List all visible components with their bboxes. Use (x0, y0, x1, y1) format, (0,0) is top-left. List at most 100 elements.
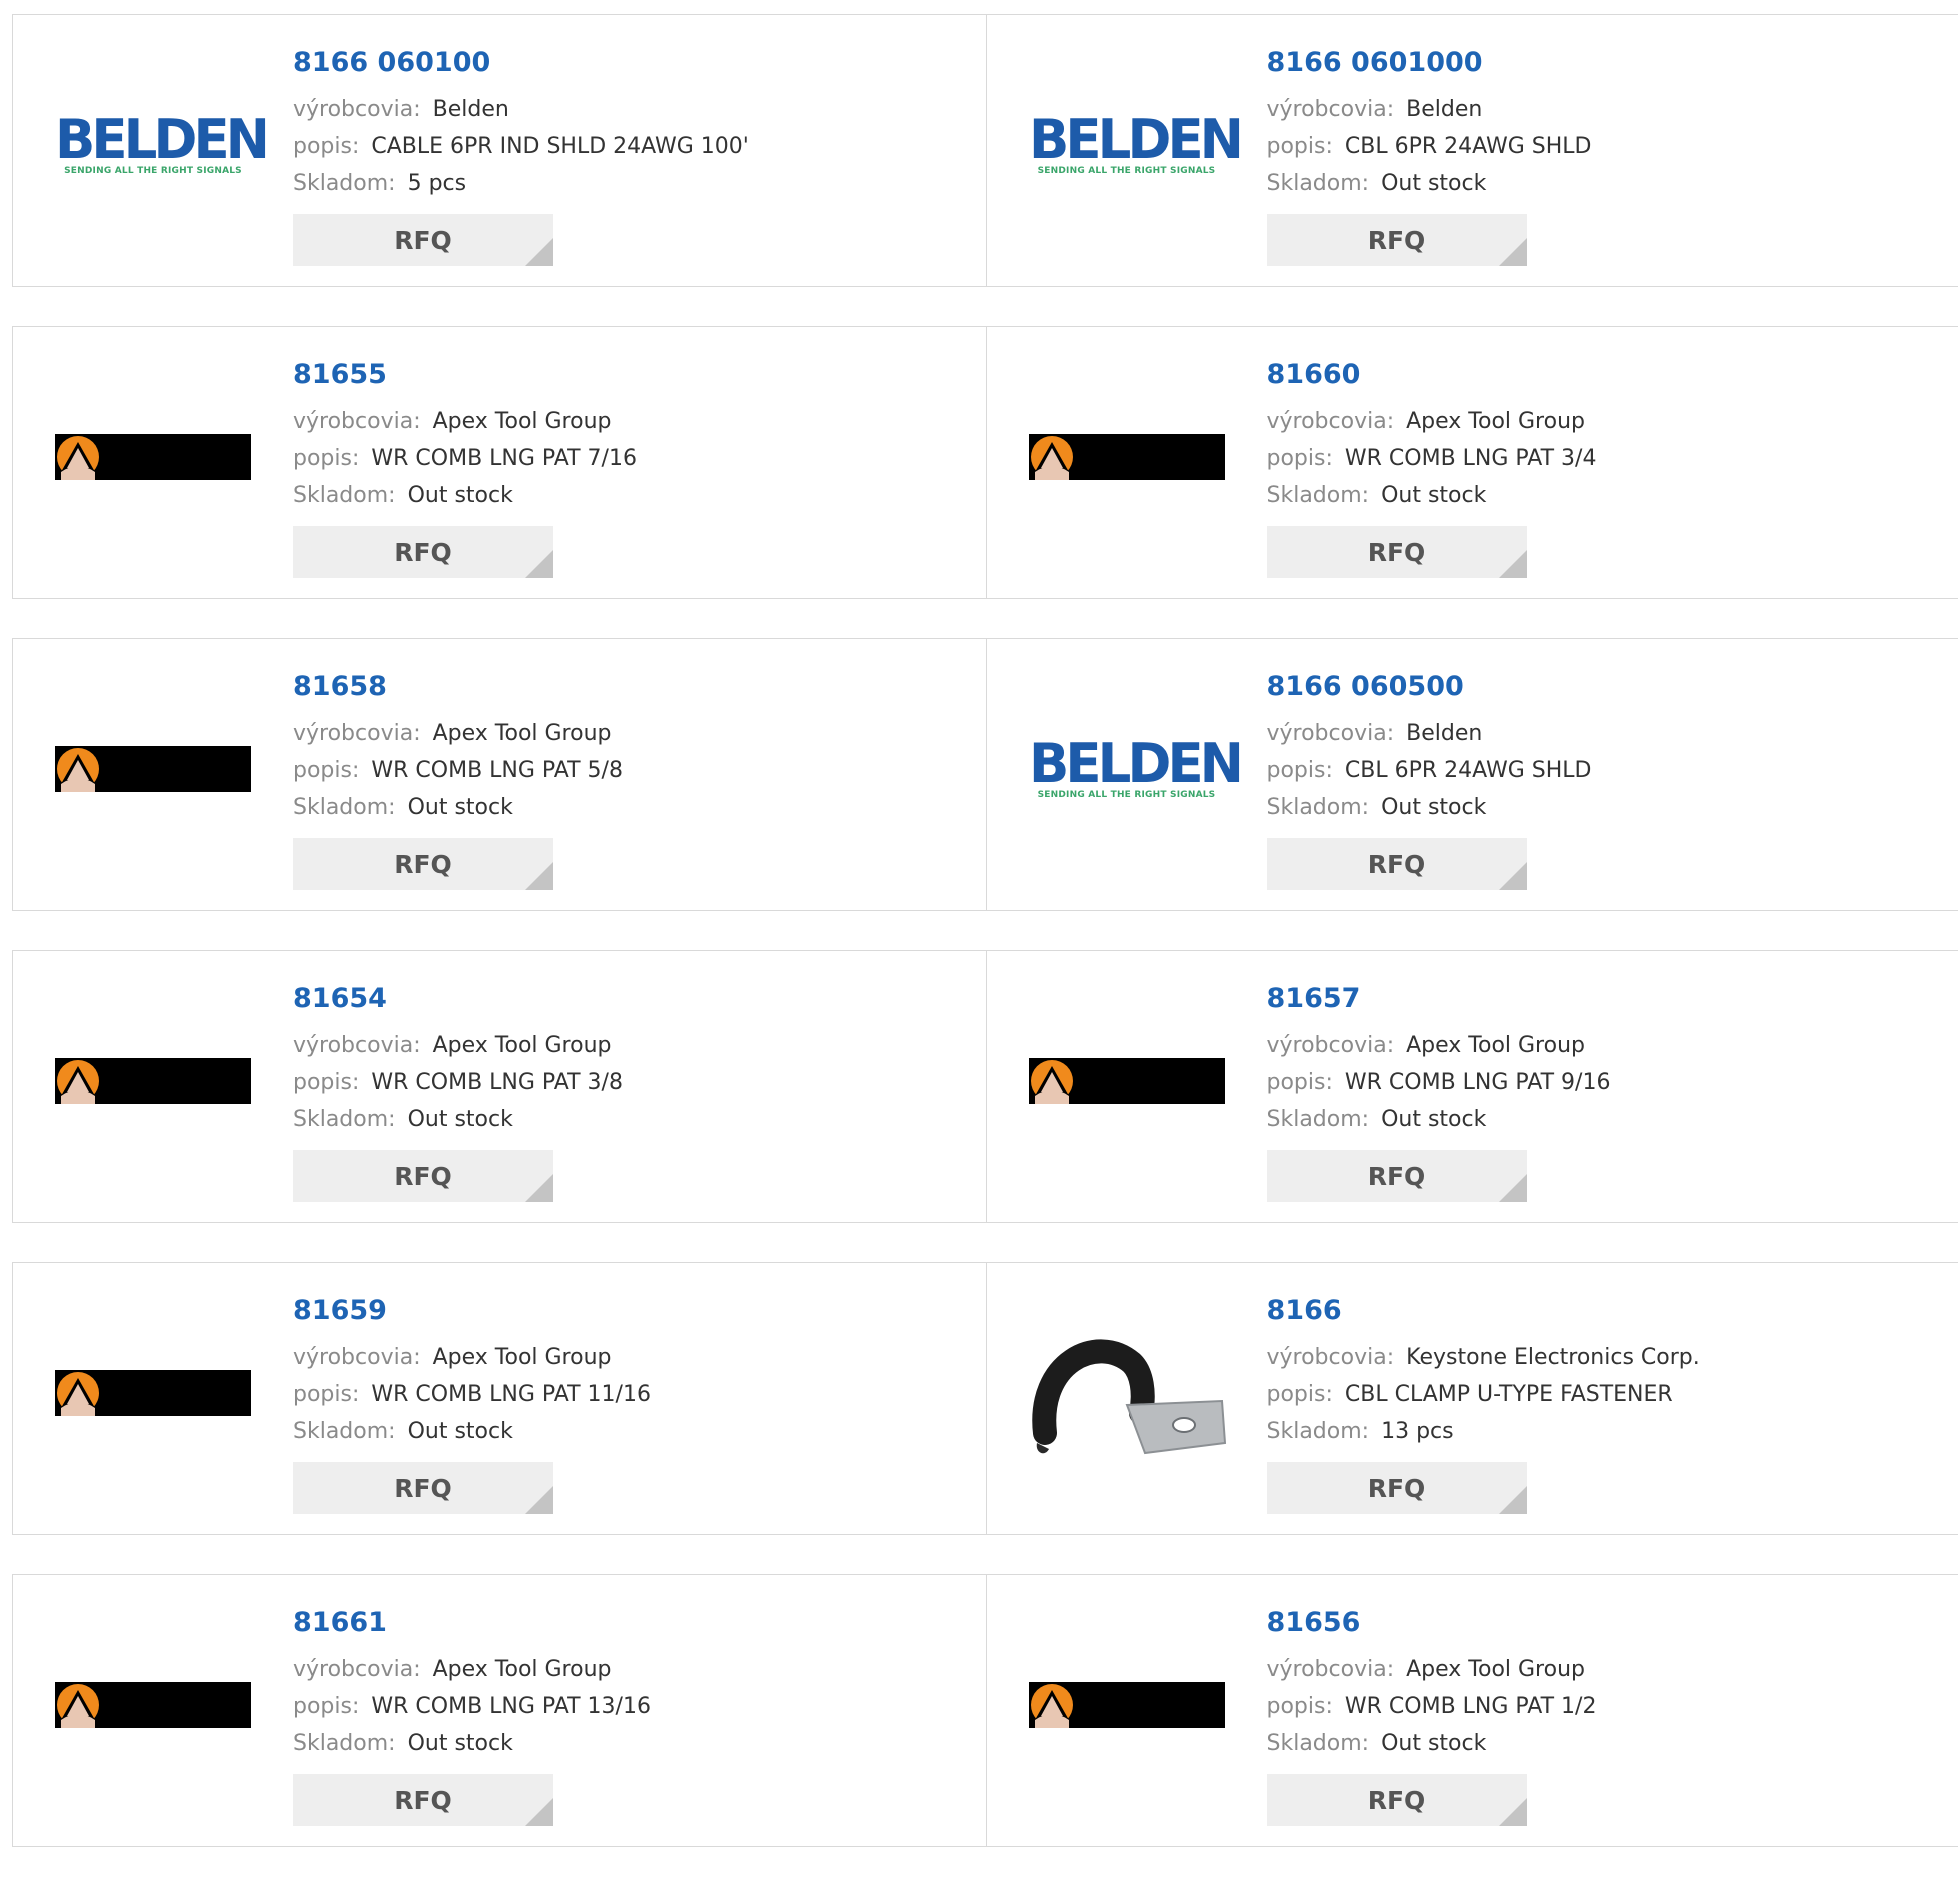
description-value: CBL CLAMP U-TYPE FASTENER (1345, 1382, 1673, 1407)
rfq-button[interactable]: RFQ (1267, 1774, 1527, 1826)
rfq-button[interactable]: RFQ (1267, 1150, 1527, 1202)
part-number-link[interactable]: 8166 060500 (1267, 669, 1939, 705)
manufacturer-logo[interactable]: BELDENSENDING ALL THE RIGHT SIGNALS (1027, 669, 1227, 869)
description-field: popis:WR COMB LNG PAT 5/8 (293, 752, 966, 789)
rfq-button[interactable]: RFQ (293, 214, 553, 266)
apex-logo (55, 434, 251, 480)
manufacturer-logo[interactable] (1027, 1605, 1227, 1805)
product-card: 81659výrobcovia:Apex Tool Grouppopis:WR … (13, 1263, 986, 1534)
part-number-link[interactable]: 81658 (293, 669, 966, 705)
stock-value: 5 pcs (408, 171, 467, 196)
description-label: popis: (1267, 1070, 1333, 1095)
rfq-button[interactable]: RFQ (293, 838, 553, 890)
manufacturer-label: výrobcovia: (293, 721, 421, 746)
manufacturer-logo[interactable] (53, 357, 253, 557)
stock-value: Out stock (1381, 1731, 1486, 1756)
product-info: 81654výrobcovia:Apex Tool Grouppopis:WR … (293, 981, 966, 1202)
apex-logo (1029, 1058, 1225, 1104)
description-field: popis:WR COMB LNG PAT 9/16 (1267, 1064, 1939, 1101)
product-info: 81657výrobcovia:Apex Tool Grouppopis:WR … (1267, 981, 1939, 1202)
part-number-link[interactable]: 8166 0601000 (1267, 45, 1939, 81)
manufacturer-field: výrobcovia:Apex Tool Group (293, 1339, 966, 1376)
manufacturer-field: výrobcovia:Apex Tool Group (293, 1027, 966, 1064)
manufacturer-logo[interactable]: BELDENSENDING ALL THE RIGHT SIGNALS (53, 45, 253, 245)
description-field: popis: WR COMB LNG PAT 7/16 (293, 440, 966, 477)
description-value: WR COMB LNG PAT 7/16 (371, 446, 637, 471)
manufacturer-logo[interactable] (1027, 357, 1227, 557)
rfq-label: RFQ (1368, 226, 1426, 255)
stock-value: Out stock (408, 795, 513, 820)
product-grid: BELDENSENDING ALL THE RIGHT SIGNALS 8166 … (12, 14, 1958, 1886)
manufacturer-value: Apex Tool Group (433, 1657, 612, 1682)
rfq-label: RFQ (394, 850, 452, 879)
rfq-button[interactable]: RFQ (1267, 214, 1527, 266)
stock-field: Skladom:Out stock (1267, 789, 1939, 826)
stock-field: Skladom:Out stock (1267, 477, 1939, 514)
stock-field: Skladom: 13 pcs (1267, 1413, 1939, 1450)
rfq-button[interactable]: RFQ (1267, 526, 1527, 578)
stock-value: 13 pcs (1381, 1419, 1454, 1444)
manufacturer-logo[interactable] (1027, 1293, 1227, 1493)
manufacturer-logo[interactable] (53, 1605, 253, 1805)
manufacturer-label: výrobcovia: (293, 97, 421, 122)
description-field: popis:CABLE 6PR IND SHLD 24AWG 100' (293, 128, 966, 165)
part-number-link[interactable]: 81659 (293, 1293, 966, 1329)
manufacturer-label: výrobcovia: (1267, 1345, 1395, 1370)
rfq-label: RFQ (394, 1786, 452, 1815)
part-number-link[interactable]: 81660 (1267, 357, 1939, 393)
part-number-link[interactable]: 81657 (1267, 981, 1939, 1017)
rfq-button[interactable]: RFQ (293, 1150, 553, 1202)
manufacturer-label: výrobcovia: (293, 409, 421, 434)
part-number-link[interactable]: 81654 (293, 981, 966, 1017)
rfq-button[interactable]: RFQ (293, 1774, 553, 1826)
stock-field: Skladom:Out stock (293, 1725, 966, 1762)
manufacturer-label: výrobcovia: (1267, 409, 1395, 434)
manufacturer-logo[interactable] (53, 981, 253, 1181)
stock-field: Skladom:Out stock (293, 1413, 966, 1450)
corner-triangle-icon (1499, 238, 1527, 266)
product-card: BELDENSENDING ALL THE RIGHT SIGNALS 8166 … (986, 15, 1958, 286)
description-field: popis:CBL CLAMP U-TYPE FASTENER (1267, 1376, 1939, 1413)
description-label: popis: (1267, 1694, 1333, 1719)
rfq-button[interactable]: RFQ (1267, 1462, 1527, 1514)
description-value: CABLE 6PR IND SHLD 24AWG 100' (371, 134, 748, 159)
product-info: 81655výrobcovia:Apex Tool Grouppopis:WR … (293, 357, 966, 578)
part-number-link[interactable]: 8166 (1267, 1293, 1939, 1329)
rfq-label: RFQ (394, 226, 452, 255)
apex-logo (55, 1370, 251, 1416)
stock-field: Skladom:Out stock (293, 789, 966, 826)
manufacturer-field: výrobcovia:Keystone Electronics Corp. (1267, 1339, 1939, 1376)
manufacturer-logo[interactable] (53, 669, 253, 869)
rfq-label: RFQ (1368, 538, 1426, 567)
rfq-button[interactable]: RFQ (1267, 838, 1527, 890)
manufacturer-logo[interactable] (1027, 981, 1227, 1181)
rfq-label: RFQ (1368, 1786, 1426, 1815)
belden-logo-word: BELDEN (1029, 738, 1225, 790)
description-value: WR COMB LNG PAT 13/16 (371, 1694, 651, 1719)
manufacturer-logo[interactable] (53, 1293, 253, 1493)
belden-logo-word: BELDEN (55, 114, 251, 166)
product-info: 81660výrobcovia:Apex Tool Grouppopis:WR … (1267, 357, 1939, 578)
corner-triangle-icon (1499, 550, 1527, 578)
description-label: popis: (1267, 134, 1333, 159)
rfq-button[interactable]: RFQ (293, 1462, 553, 1514)
corner-triangle-icon (1499, 1486, 1527, 1514)
manufacturer-label: výrobcovia: (293, 1657, 421, 1682)
product-info: 81659výrobcovia:Apex Tool Grouppopis:WR … (293, 1293, 966, 1514)
part-number-link[interactable]: 81656 (1267, 1605, 1939, 1641)
manufacturer-logo[interactable]: BELDENSENDING ALL THE RIGHT SIGNALS (1027, 45, 1227, 245)
part-number-link[interactable]: 81661 (293, 1605, 966, 1641)
part-number-link[interactable]: 81655 (293, 357, 966, 393)
corner-triangle-icon (525, 1486, 553, 1514)
stock-label: Skladom: (1267, 1419, 1370, 1444)
description-label: popis: (293, 446, 359, 471)
product-info: 81661výrobcovia:Apex Tool Grouppopis:WR … (293, 1605, 966, 1826)
description-value: WR COMB LNG PAT 3/8 (371, 1070, 623, 1095)
manufacturer-value: Belden (1406, 97, 1482, 122)
product-card: 81656výrobcovia:Apex Tool Grouppopis:WR … (986, 1575, 1958, 1846)
rfq-button[interactable]: RFQ (293, 526, 553, 578)
manufacturer-field: výrobcovia:Apex Tool Group (293, 715, 966, 752)
part-number-link[interactable]: 8166 060100 (293, 45, 966, 81)
stock-value: Out stock (1381, 483, 1486, 508)
manufacturer-label: výrobcovia: (1267, 1033, 1395, 1058)
